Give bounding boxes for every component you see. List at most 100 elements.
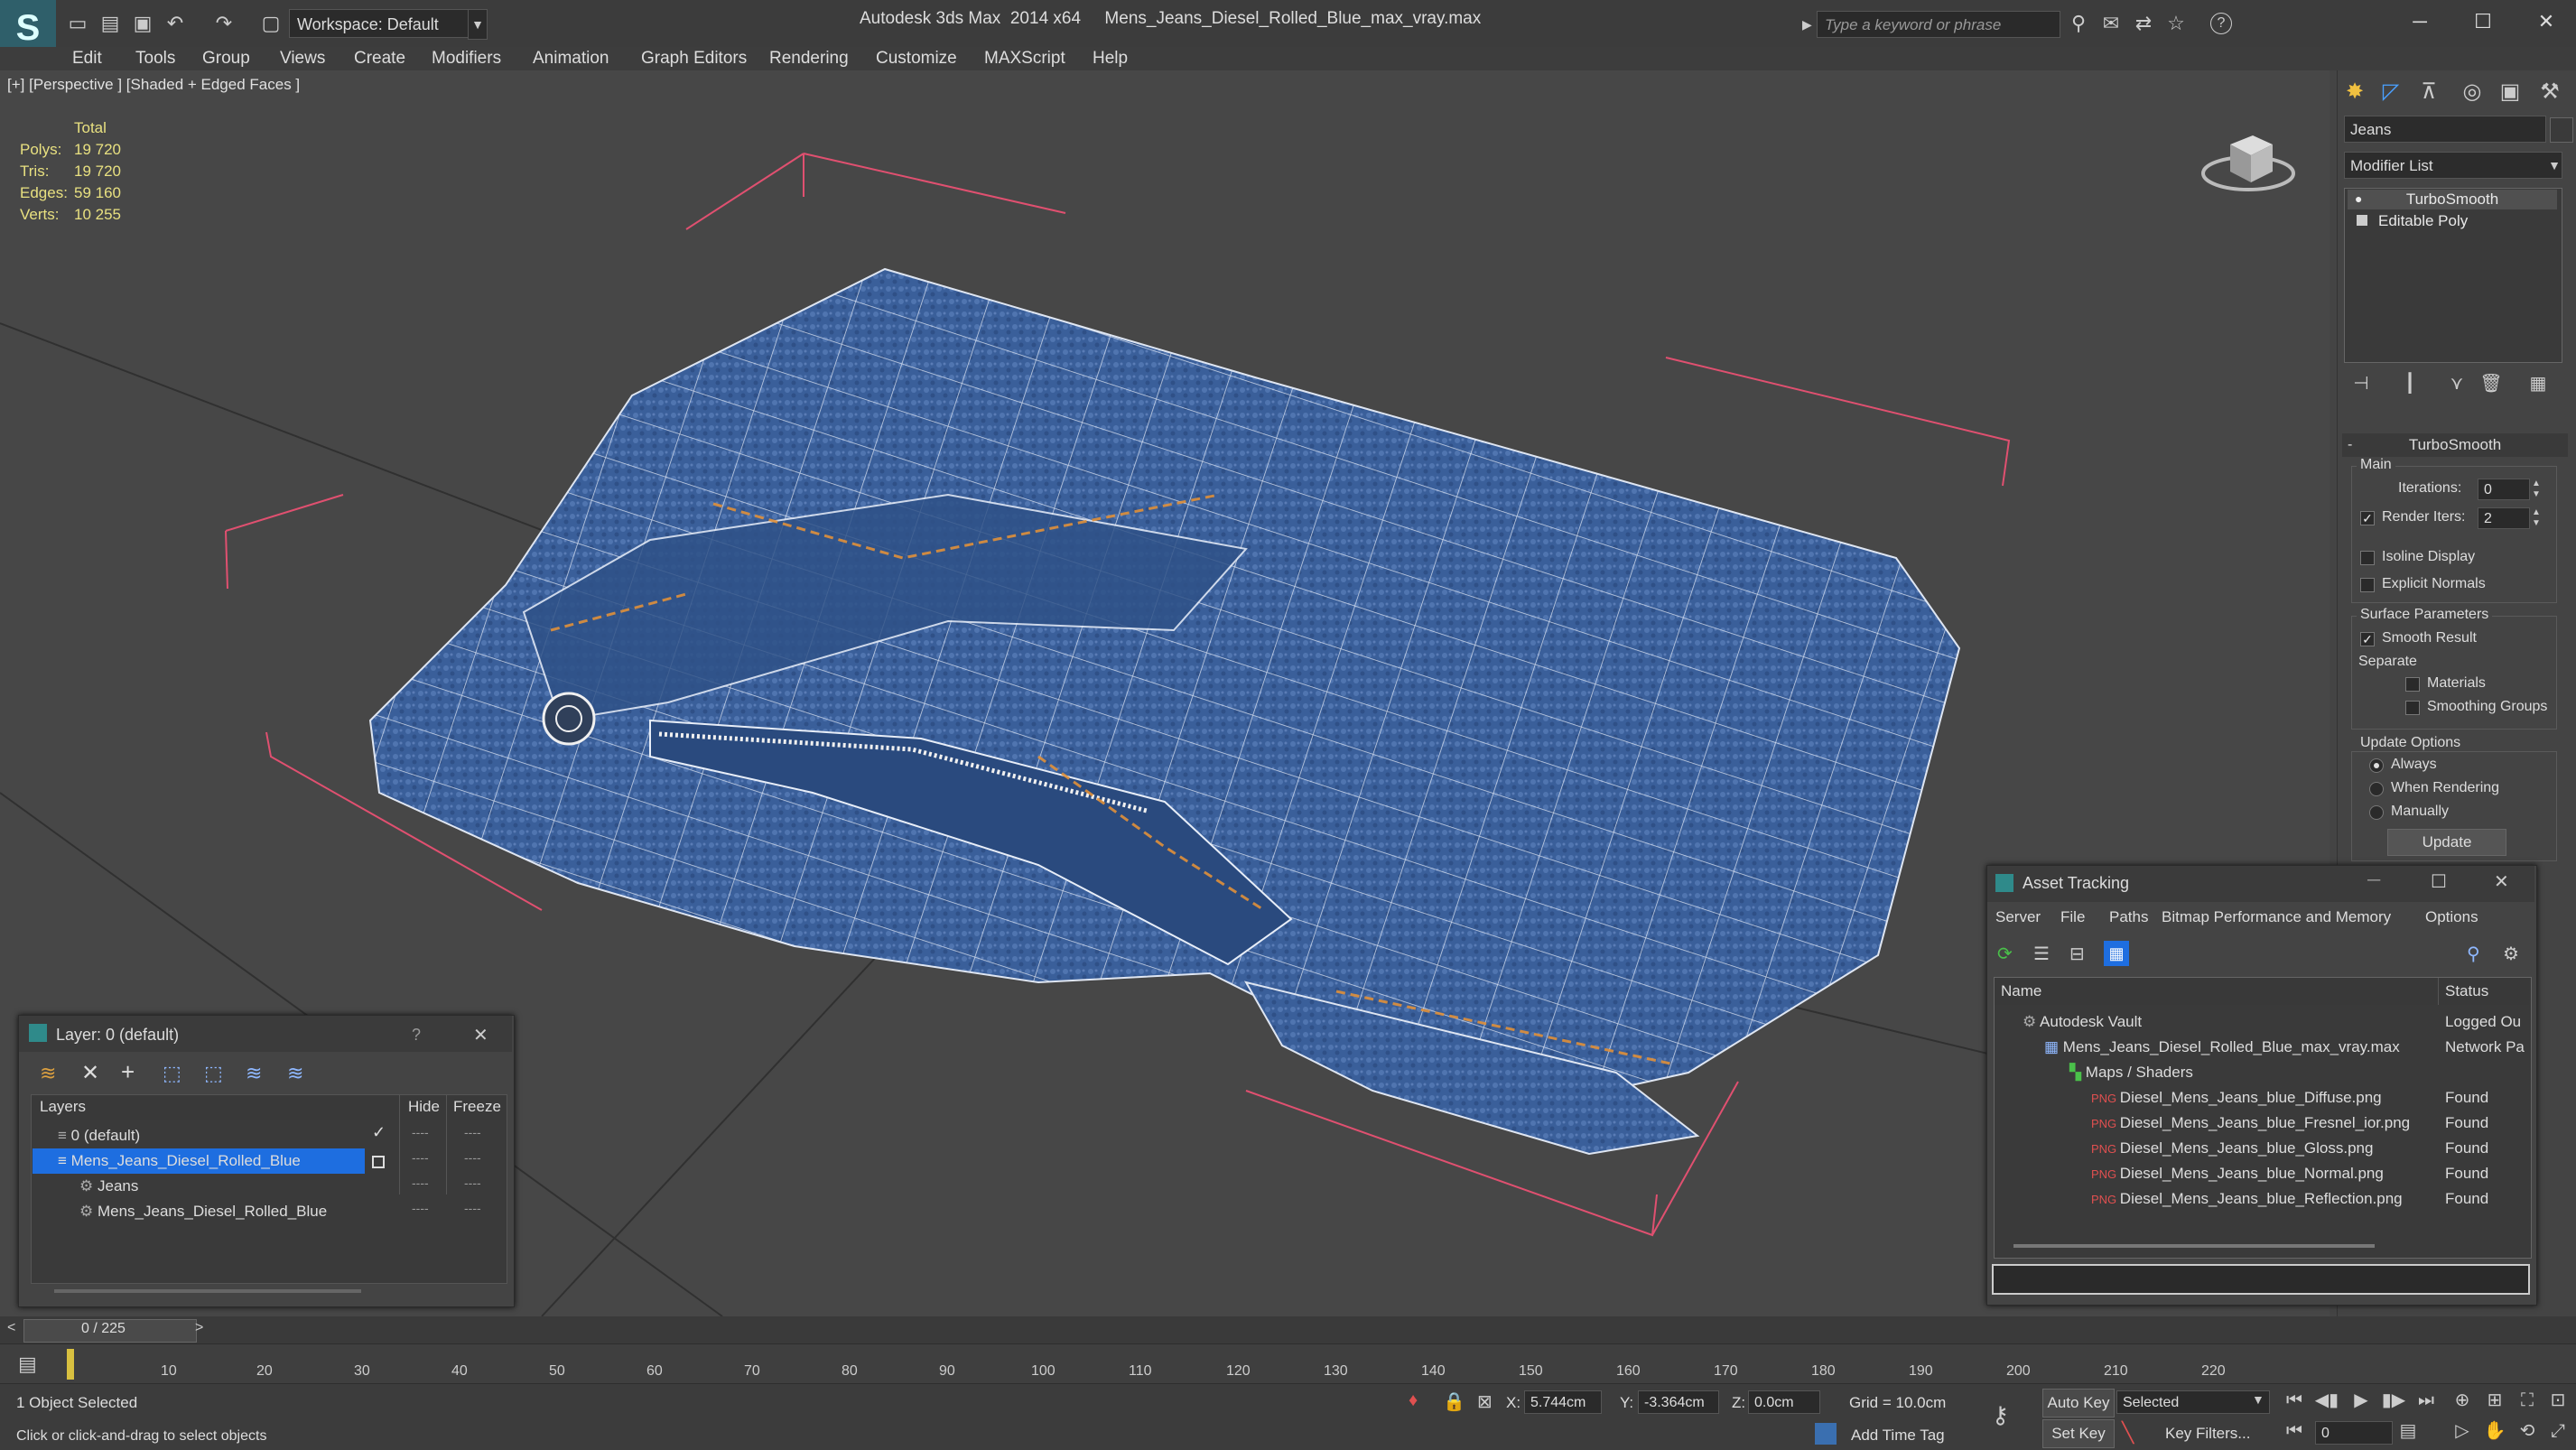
menu-views[interactable]: Views [280,47,325,70]
layer-row[interactable]: ≡ 0 (default) [33,1123,397,1148]
col-status[interactable]: Status [2445,982,2488,1000]
freeze-toggle[interactable]: ---- [464,1125,481,1139]
save-file-icon[interactable]: ▣ [132,13,153,34]
menu-help[interactable]: Help [1093,47,1128,70]
update-button[interactable]: Update [2387,829,2506,856]
layer-help-icon[interactable]: ? [412,1026,421,1045]
zoom-extents-icon[interactable]: ⛶ [2514,1387,2541,1414]
z-coordinate-field[interactable]: 0.0cm [1748,1390,1820,1414]
menu-customize[interactable]: Customize [876,47,957,70]
col-hide[interactable]: Hide [408,1098,440,1116]
time-configuration-icon[interactable]: ▤ [2395,1417,2422,1445]
minimize-button[interactable]: ─ [2393,5,2447,38]
col-name[interactable]: Name [2001,982,2041,1000]
motion-tab-icon[interactable]: ◎ [2456,76,2488,108]
highlight-layer-icon[interactable]: ⬚ [204,1062,223,1085]
manually-radio[interactable] [2369,805,2384,820]
key-filters-button[interactable]: Key Filters... [2165,1425,2250,1443]
selection-lock-icon[interactable]: 🔒 [1443,1390,1465,1413]
workspace-dropdown[interactable]: Workspace: Default [289,9,470,38]
set-key-button[interactable]: Set Key [2042,1419,2115,1448]
mini-curve-editor-icon[interactable]: ▤ [18,1352,37,1376]
stack-item-editable-poly[interactable]: Editable Poly [2348,211,2557,231]
menu-rendering[interactable]: Rendering [769,47,849,70]
zoom-icon[interactable]: ⊕ [2449,1387,2476,1414]
play-icon[interactable]: ▶ [2348,1387,2375,1414]
x-coordinate-field[interactable]: 5.744cm [1524,1390,1602,1414]
pan-view-icon[interactable]: ✋ [2481,1417,2508,1445]
col-layers[interactable]: Layers [40,1098,86,1116]
freeze-toggle[interactable]: ---- [464,1176,481,1190]
go-to-end-icon[interactable]: ⏭ [2413,1387,2440,1414]
menu-group[interactable]: Group [202,47,250,70]
track-bar[interactable] [0,1343,2576,1384]
make-unique-icon[interactable]: ⋎ [2443,370,2470,397]
create-tab-icon[interactable]: ✸ [2339,76,2371,108]
current-frame-marker[interactable] [67,1349,74,1380]
pin-stack-icon[interactable]: ⊣ [2348,370,2375,397]
hide-all-icon[interactable]: ≋ [246,1062,262,1085]
redo-icon[interactable]: ↷ [213,13,235,34]
go-to-start-icon[interactable]: ⏮ [2281,1387,2308,1414]
favorites-star-icon[interactable]: ☆ [2165,13,2187,34]
isolate-selection-icon[interactable]: ♦ [1409,1390,1418,1411]
time-slider[interactable] [0,1316,2576,1343]
close-button[interactable]: ✕ [2519,5,2573,38]
asset-menu-file[interactable]: File [2060,908,2085,926]
binoculars-icon[interactable]: ⚲ [2068,13,2089,34]
add-time-tag[interactable]: Add Time Tag [1851,1427,1945,1445]
menu-animation[interactable]: Animation [533,47,609,70]
chevron-down-icon[interactable]: ▼ [468,9,488,40]
object-row[interactable]: ⚙ Jeans [33,1174,397,1199]
horizontal-scrollbar[interactable] [54,1289,361,1293]
vault-settings-icon[interactable]: ⚙ [2503,943,2519,965]
zoom-extents-all-icon[interactable]: ⊡ [2544,1387,2571,1414]
previous-frame-icon[interactable]: ◀▮ [2313,1387,2340,1414]
list-view-icon[interactable]: ☰ [2033,943,2050,965]
orbit-icon[interactable]: ⟲ [2514,1417,2541,1445]
utilities-tab-icon[interactable]: ⚒ [2534,76,2566,108]
vault-help-icon[interactable]: ⚲ [2467,943,2480,965]
explicit-normals-checkbox[interactable] [2360,578,2375,592]
chevron-down-icon[interactable]: ▼ [2546,153,2562,177]
turbosmooth-rollout-title[interactable]: TurboSmooth [2342,433,2568,457]
col-freeze[interactable]: Freeze [453,1098,501,1116]
layer-row-selected[interactable]: ≡ Mens_Jeans_Diesel_Rolled_Blue [33,1148,365,1174]
project-folder-icon[interactable]: ▢ [260,13,282,34]
undo-icon[interactable]: ↶ [164,13,186,34]
lightbulb-icon[interactable]: ● [2355,191,2362,206]
search-input[interactable]: Type a keyword or phrase [1817,11,2060,38]
iterations-spinner[interactable]: 0 [2478,479,2530,500]
time-tag-icon[interactable] [1815,1423,1837,1445]
menu-edit[interactable]: Edit [72,47,102,70]
viewcube-icon[interactable] [2199,108,2298,208]
asset-row-vault[interactable]: ⚙ Autodesk Vault [2023,1009,2142,1035]
current-frame-field[interactable]: 0 [2315,1421,2393,1445]
asset-path-field[interactable] [1992,1264,2530,1295]
spinner-arrows-icon[interactable]: ▲ ▼ [2532,479,2541,500]
asset-row-texture[interactable]: PNG Diesel_Mens_Jeans_blue_Reflection.pn… [2091,1186,2403,1212]
chevron-down-icon[interactable]: ▼ [2252,1392,2264,1407]
open-file-icon[interactable]: ▤ [99,13,121,34]
show-end-result-icon[interactable]: ┃ [2396,370,2423,397]
refresh-icon[interactable]: ⟳ [1997,943,2013,965]
stack-item-turbosmooth[interactable]: TurboSmooth [2348,190,2557,209]
asset-row-texture[interactable]: PNG Diesel_Mens_Jeans_blue_Diffuse.png [2091,1085,2382,1111]
menu-maxscript[interactable]: MAXScript [984,47,1065,70]
communication-icon[interactable]: ✉ [2100,13,2122,34]
freeze-all-icon[interactable]: ≋ [287,1062,303,1085]
auto-key-button[interactable]: Auto Key [2042,1389,2115,1417]
asset-row-maps[interactable]: ▚ Maps / Shaders [2069,1060,2193,1085]
menu-create[interactable]: Create [354,47,405,70]
maximize-button[interactable]: ☐ [2456,5,2510,38]
current-layer-check-icon[interactable]: ✓ [372,1123,386,1142]
modifier-list-dropdown[interactable]: Modifier List [2344,152,2562,179]
hide-toggle[interactable]: ---- [412,1176,429,1190]
next-frame-icon[interactable]: ▮▶ [2380,1387,2407,1414]
smoothing-groups-checkbox[interactable] [2405,701,2420,715]
minimize-button[interactable]: ─ [2367,870,2380,891]
search-expand-icon[interactable]: ▶ [1802,13,1815,36]
layer-close-icon[interactable]: ✕ [473,1024,488,1046]
set-key-mode-icon[interactable]: ⚷ [1992,1401,2009,1429]
maximize-viewport-icon[interactable]: ⤢ [2544,1417,2571,1445]
